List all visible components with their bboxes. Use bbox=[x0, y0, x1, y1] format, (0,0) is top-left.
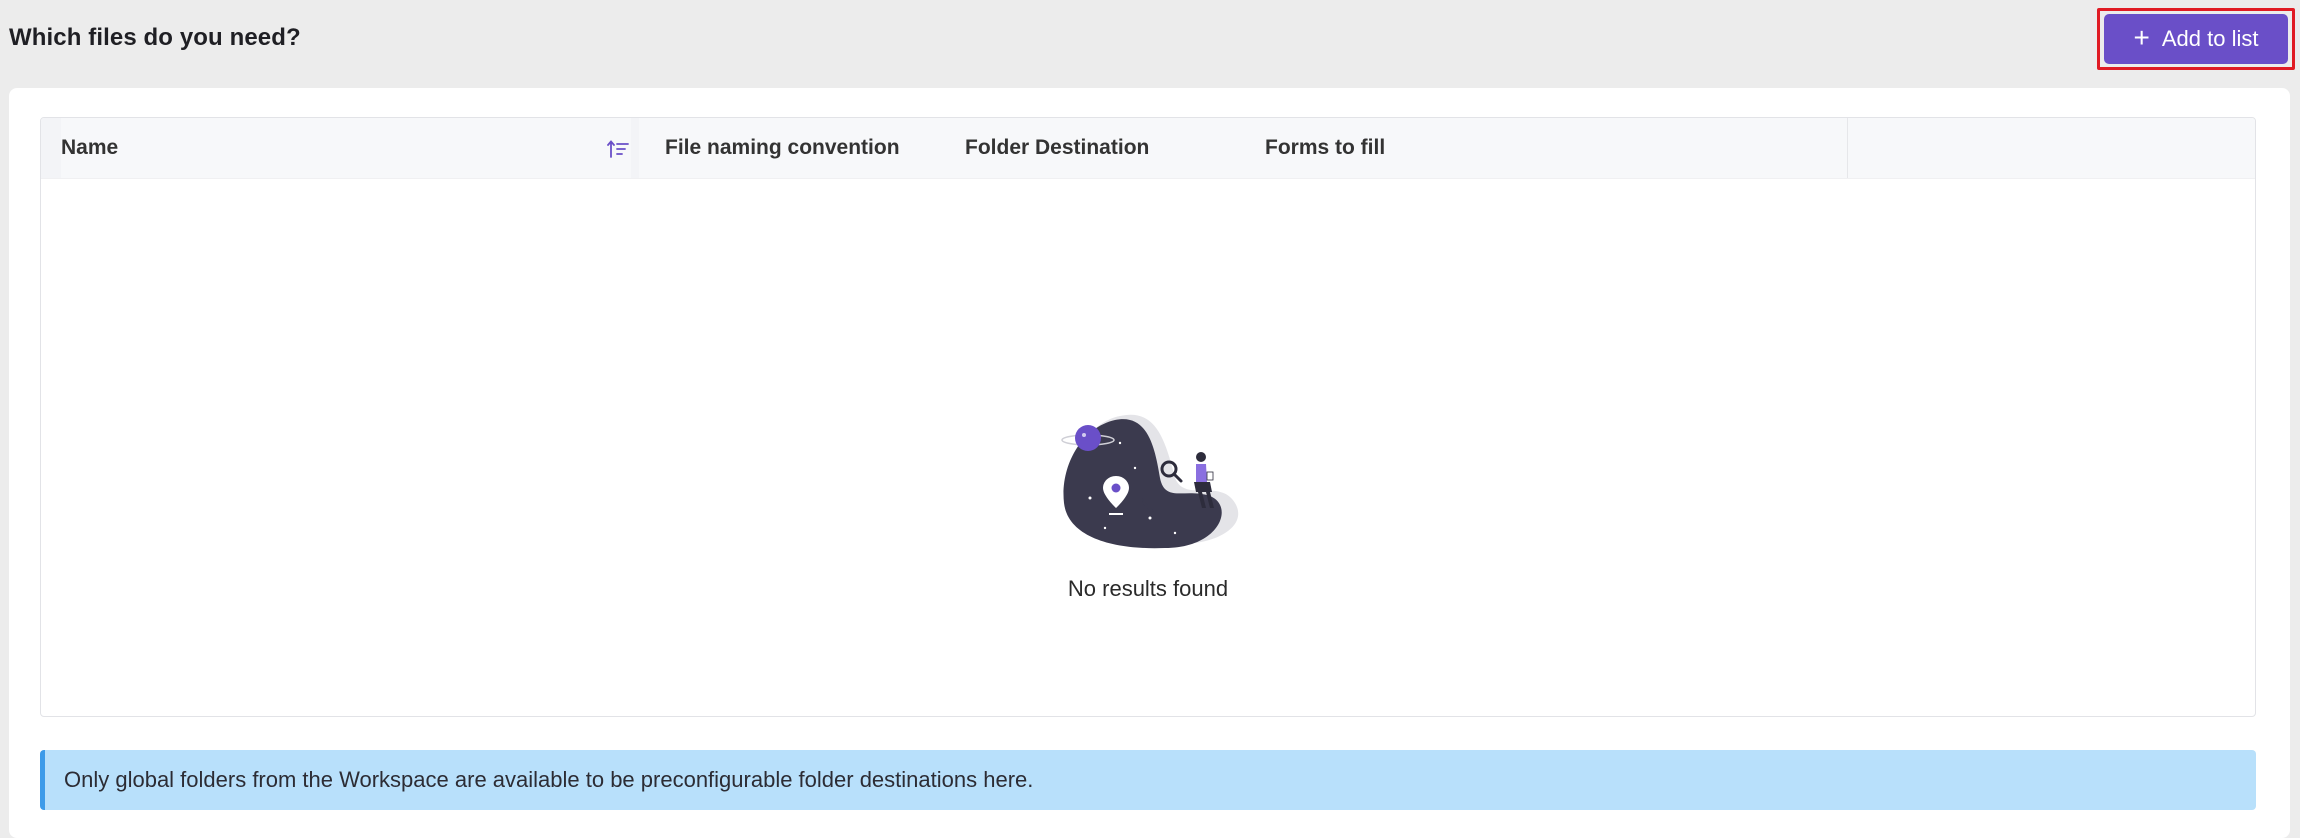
files-card: Name File naming convention Folder Desti… bbox=[9, 88, 2290, 838]
column-header-file-naming-convention[interactable]: File naming convention bbox=[665, 118, 900, 178]
column-header-forms-to-fill[interactable]: Forms to fill bbox=[1265, 118, 1385, 178]
info-banner: Only global folders from the Workspace a… bbox=[40, 750, 2256, 810]
page-title: Which files do you need? bbox=[9, 24, 301, 51]
column-divider bbox=[1847, 118, 1848, 178]
add-to-list-button[interactable]: + Add to list bbox=[2104, 14, 2288, 64]
sort-ascending-icon[interactable] bbox=[607, 140, 629, 158]
empty-state: No results found bbox=[41, 178, 2255, 716]
plus-icon: + bbox=[2133, 21, 2150, 53]
add-to-list-label: Add to list bbox=[2161, 26, 2259, 51]
table-header: Name File naming convention Folder Desti… bbox=[41, 118, 2255, 179]
empty-state-message: No results found bbox=[1067, 576, 1229, 601]
column-header-name[interactable]: Name bbox=[61, 118, 631, 178]
column-header-folder-destination[interactable]: Folder Destination bbox=[965, 118, 1149, 178]
files-table: Name File naming convention Folder Desti… bbox=[40, 117, 2256, 717]
empty-search-illustration bbox=[1061, 414, 1239, 549]
